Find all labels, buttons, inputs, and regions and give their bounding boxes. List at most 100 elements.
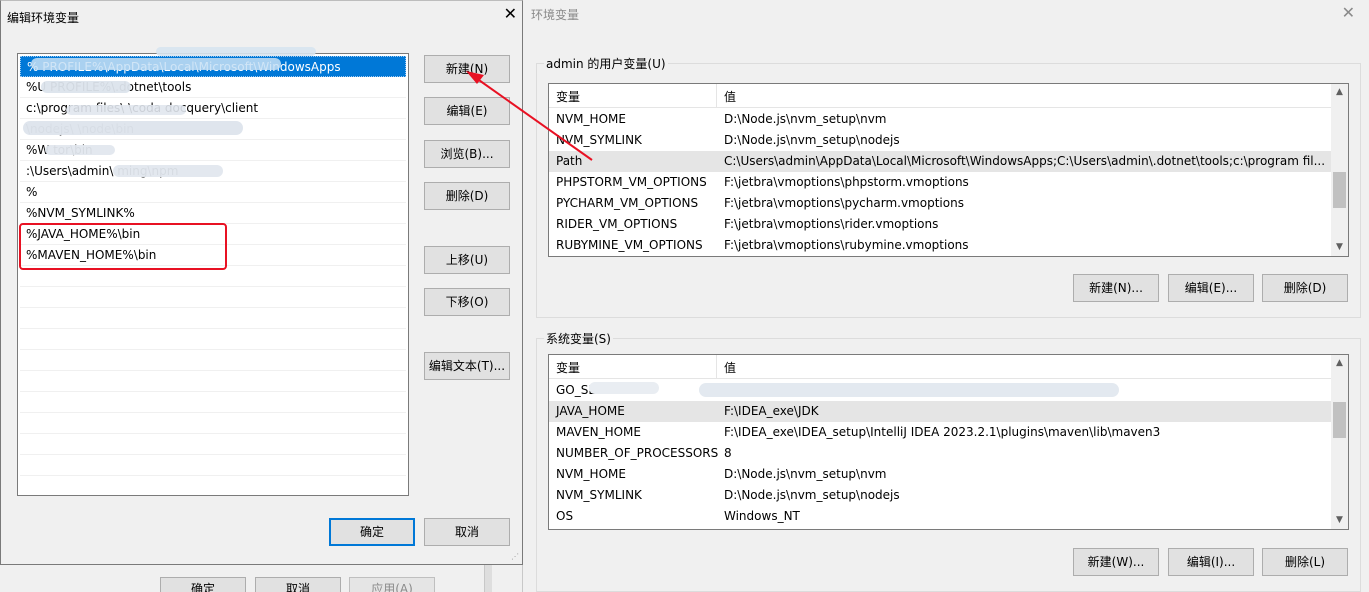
table-row[interactable]: NVM_HOME D:\Node.js\nvm_setup\nvm (549, 464, 1331, 485)
user-variables-list[interactable]: 变量 值 NVM_HOME D:\Node.js\nvm_setup\nvm NVM… (548, 83, 1349, 257)
variable-name: PYCHARM_VM_OPTIONS (556, 196, 699, 210)
column-header-name[interactable]: 变量 (549, 84, 717, 108)
scrollbar-thumb[interactable] (1333, 402, 1346, 438)
close-icon[interactable]: ✕ (504, 4, 517, 23)
variable-name: NUMBER_OF_PROCESSORS (556, 446, 719, 460)
user-list-scrollbar[interactable]: ▲ ▼ (1331, 84, 1348, 256)
table-row[interactable]: JAVA_HOME F:\IDEA_exe\JDK (549, 401, 1331, 422)
system-variables-rows: GO_SEF:\JAVA_HOMEF:\IDEA_exe\JDKMAVEN_HO… (549, 380, 1331, 527)
list-item[interactable] (20, 350, 406, 371)
variable-value: F:\jetbra\vmoptions\phpstorm.vmoptions (724, 175, 969, 189)
scroll-up-icon[interactable]: ▲ (1331, 84, 1348, 101)
variable-value: F:\jetbra\vmoptions\rider.vmoptions (724, 217, 939, 231)
parent-ok-button[interactable]: 确定 (160, 577, 246, 592)
dialog-title: 编辑环境变量 (7, 11, 80, 25)
move-up-button[interactable]: 上移(U) (424, 246, 510, 274)
redaction-scribble (156, 47, 316, 56)
list-item[interactable] (20, 392, 406, 413)
list-item[interactable] (20, 308, 406, 329)
variable-value: F:\jetbra\vmoptions\rubymine.vmoptions (724, 238, 969, 252)
column-header-value[interactable]: 值 (717, 84, 736, 108)
variable-name: NVM_HOME (556, 112, 626, 126)
list-item[interactable] (20, 476, 406, 497)
list-item[interactable] (20, 371, 406, 392)
variable-value: F:\IDEA_exe\IDEA_setup\IntelliJ IDEA 202… (724, 425, 1161, 439)
variable-value: F:\IDEA_exe\JDK (724, 404, 819, 418)
close-icon[interactable]: ✕ (1342, 3, 1355, 22)
environment-variables-window: 环境变量 ✕ admin 的用户变量(U) 变量 值 NVM_HOME D:\No… (522, 0, 1369, 592)
list-item[interactable]: %NVM_SYMLINK% (20, 203, 406, 224)
edit-text-button[interactable]: 编辑文本(T)... (424, 352, 510, 380)
system-delete-button[interactable]: 删除(L) (1262, 548, 1348, 576)
table-row[interactable]: MAVEN_HOME F:\IDEA_exe\IDEA_setup\Intelli… (549, 422, 1331, 443)
cancel-button[interactable]: 取消 (424, 518, 510, 546)
user-new-button[interactable]: 新建(N)... (1073, 274, 1159, 302)
list-item[interactable] (20, 329, 406, 350)
delete-button[interactable]: 删除(D) (424, 182, 510, 210)
browse-button[interactable]: 浏览(B)... (424, 140, 510, 168)
table-row[interactable]: PYCHARM_VM_OPTIONS F:\jetbra\vmoptions\py… (549, 193, 1331, 214)
list-item[interactable] (20, 413, 406, 434)
variable-name: Path (556, 154, 583, 168)
new-button[interactable]: 新建(N) (424, 55, 510, 83)
variable-name: PHPSTORM_VM_OPTIONS (556, 175, 707, 189)
redaction-scribble (41, 81, 131, 93)
variable-value: D:\Node.js\nvm_setup\nvm (724, 467, 887, 481)
scroll-up-icon[interactable]: ▲ (1331, 355, 1348, 372)
variable-value: C:\Users\admin\AppData\Local\Microsoft\W… (724, 154, 1326, 168)
user-delete-button[interactable]: 删除(D) (1262, 274, 1348, 302)
variable-name: MAVEN_HOME (556, 425, 641, 439)
table-row[interactable]: RUBYMINE_VM_OPTIONS F:\jetbra\vmoptions\r… (549, 235, 1331, 256)
highlight-box (19, 223, 227, 270)
table-row[interactable]: NVM_SYMLINK D:\Node.js\nvm_setup\nodejs (549, 130, 1331, 151)
table-row[interactable]: NVM_HOME D:\Node.js\nvm_setup\nvm (549, 109, 1331, 130)
list-item[interactable] (20, 455, 406, 476)
variable-name: NVM_SYMLINK (556, 133, 642, 147)
variable-value: Windows_NT (724, 509, 800, 523)
system-list-scrollbar[interactable]: ▲ ▼ (1331, 355, 1348, 529)
variable-name: NVM_HOME (556, 467, 626, 481)
redaction-scribble (31, 58, 281, 70)
system-edit-button[interactable]: 编辑(I)... (1168, 548, 1254, 576)
table-row[interactable]: OS Windows_NT (549, 506, 1331, 527)
table-row[interactable]: Path C:\Users\admin\AppData\Local\Microso… (549, 151, 1331, 172)
scroll-down-icon[interactable]: ▼ (1331, 239, 1348, 256)
variable-name: RIDER_VM_OPTIONS (556, 217, 678, 231)
table-row[interactable]: NVM_SYMLINK D:\Node.js\nvm_setup\nodejs (549, 485, 1331, 506)
scroll-down-icon[interactable]: ▼ (1331, 512, 1348, 529)
move-down-button[interactable]: 下移(O) (424, 288, 510, 316)
column-header-value[interactable]: 值 (717, 355, 736, 379)
system-variables-label: 系统变量(S) (544, 330, 613, 347)
parent-apply-button[interactable]: 应用(A) (349, 577, 435, 592)
list-header: 变量 值 (549, 84, 1331, 108)
resize-grip-icon[interactable]: ⋰ (511, 552, 519, 561)
variable-value: D:\Node.js\nvm_setup\nodejs (724, 488, 900, 502)
window-title: 环境变量 (531, 8, 580, 22)
variable-value: D:\Node.js\nvm_setup\nvm (724, 112, 887, 126)
parent-window-strip: 确定 取消 应用(A) (0, 565, 522, 592)
system-new-button[interactable]: 新建(W)... (1073, 548, 1159, 576)
edit-button[interactable]: 编辑(E) (424, 97, 510, 125)
system-variables-list[interactable]: 变量 值 GO_SEF:\JAVA_HOMEF:\IDEA_exe\JDKMAV… (548, 354, 1349, 530)
table-row[interactable]: RIDER_VM_OPTIONS F:\jetbra\vmoptions\ride… (549, 214, 1331, 235)
window-divider (484, 565, 492, 592)
column-header-name[interactable]: 变量 (549, 355, 717, 379)
user-edit-button[interactable]: 编辑(E)... (1168, 274, 1254, 302)
list-header: 变量 值 (549, 355, 1331, 379)
ok-button[interactable]: 确定 (329, 518, 415, 546)
table-row[interactable]: NUMBER_OF_PROCESSORS 8 (549, 443, 1331, 464)
path-entries-list[interactable]: % PROFILE%\AppData\Local\Microsoft\Windo… (17, 53, 409, 497)
list-item[interactable]: % (20, 182, 406, 203)
user-variables-rows: NVM_HOME D:\Node.js\nvm_setup\nvm NVM_SYML… (549, 109, 1331, 256)
variable-value: D:\Node.js\nvm_setup\nodejs (724, 133, 900, 147)
variable-value: F:\jetbra\vmoptions\pycharm.vmoptions (724, 196, 964, 210)
list-item[interactable] (20, 434, 406, 455)
redaction-scribble (66, 105, 186, 115)
table-row[interactable]: PHPSTORM_VM_OPTIONS F:\jetbra\vmoptions\p… (549, 172, 1331, 193)
user-variables-label: admin 的用户变量(U) (544, 55, 668, 72)
parent-cancel-button[interactable]: 取消 (255, 577, 341, 592)
list-item[interactable] (20, 287, 406, 308)
scrollbar-thumb[interactable] (1333, 172, 1346, 208)
edit-environment-variable-dialog: 编辑环境变量 ✕ % PROFILE%\AppData\Local\Micros… (0, 0, 523, 565)
variable-name: NVM_SYMLINK (556, 488, 642, 502)
